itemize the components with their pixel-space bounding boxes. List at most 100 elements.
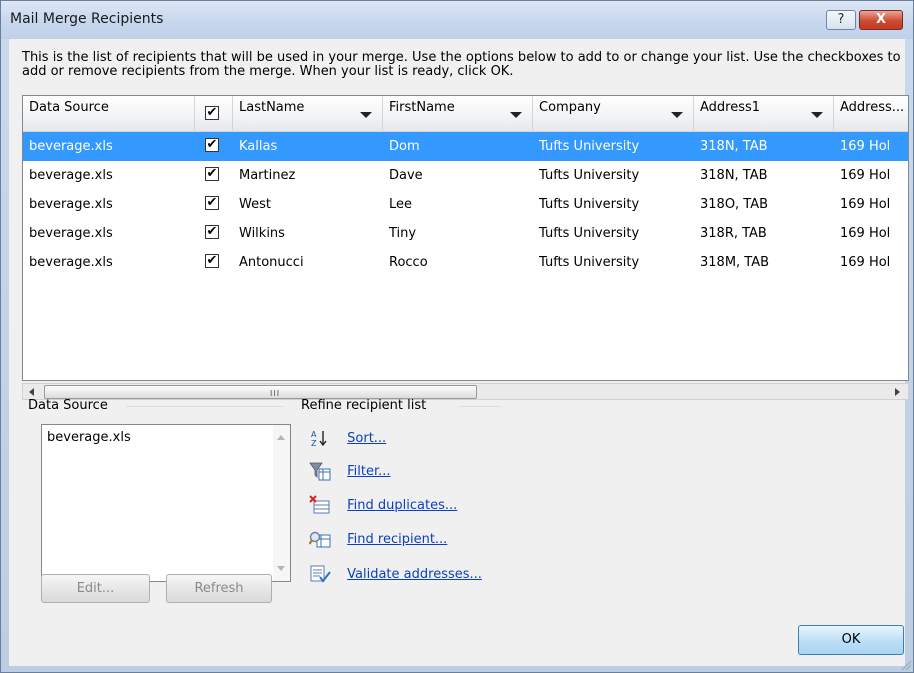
table-row[interactable]: beverage.xls ✔ Wilkins Tiny Tufts University… xyxy=(23,219,908,248)
cell-address2: 169 Hol xyxy=(840,197,891,212)
data-source-divider xyxy=(126,406,284,407)
cell-first-name: Tiny xyxy=(389,226,417,241)
help-button[interactable]: ? xyxy=(826,10,856,30)
cell-include-checkbox: ✔ xyxy=(195,219,233,248)
cell-last-name: Kallas xyxy=(239,139,278,154)
include-recipient-checkbox[interactable]: ✔ xyxy=(205,224,219,239)
find-duplicates-link-row[interactable]: Find duplicates... xyxy=(309,495,457,517)
table-row[interactable]: beverage.xls ✔ Martinez Dave Tufts Universit… xyxy=(23,161,908,190)
refine-divider xyxy=(459,406,501,407)
filter-link[interactable]: Filter... xyxy=(347,464,390,479)
filter-link-row[interactable]: Filter... xyxy=(309,461,391,483)
cell-data-source: beverage.xls xyxy=(29,139,113,154)
mail-merge-recipients-dialog: Mail Merge Recipients ? X This is the li… xyxy=(0,0,914,673)
sort-az-icon: A Z xyxy=(309,428,331,448)
scroll-left-icon[interactable] xyxy=(29,388,34,396)
table-row[interactable]: beverage.xls ✔ Antonucci Rocco Tufts Univers… xyxy=(23,248,908,277)
cell-company: Tufts University xyxy=(539,197,640,212)
find-recipient-link[interactable]: Find recipient... xyxy=(347,532,447,547)
list-item[interactable]: beverage.xls xyxy=(47,430,131,445)
close-button[interactable]: X xyxy=(859,10,903,30)
scroll-right-icon[interactable] xyxy=(895,388,900,396)
select-all-checkbox[interactable]: ✔ xyxy=(205,106,219,120)
grid-header: Data Source ✔ LastName FirstName Company… xyxy=(23,96,908,132)
scroll-up-icon[interactable] xyxy=(277,435,285,440)
scroll-thumb[interactable]: III xyxy=(44,385,477,399)
cell-include-checkbox: ✔ xyxy=(195,248,233,277)
horizontal-scrollbar[interactable]: III xyxy=(22,383,909,400)
column-header-data-source[interactable]: Data Source xyxy=(23,96,195,131)
table-row[interactable]: beverage.xls ✔ West Lee Tufts University 318O… xyxy=(23,190,908,219)
refresh-button[interactable]: Refresh xyxy=(166,574,272,603)
table-row[interactable]: beverage.xls ✔ Kallas Dom Tufts University 31… xyxy=(23,132,908,161)
edit-button[interactable]: Edit... xyxy=(41,574,150,603)
cell-company: Tufts University xyxy=(539,226,640,241)
include-recipient-checkbox[interactable]: ✔ xyxy=(205,166,219,181)
sort-dropdown-icon[interactable] xyxy=(811,112,823,118)
find-duplicates-icon xyxy=(309,495,331,515)
cell-first-name: Rocco xyxy=(389,255,428,270)
cell-last-name: Martinez xyxy=(239,168,296,183)
cell-address1: 318O, TAB xyxy=(700,197,769,212)
cell-address1: 318R, TAB xyxy=(700,226,767,241)
cell-address2: 169 Hol xyxy=(840,139,891,154)
find-recipient-link-row[interactable]: Find recipient... xyxy=(308,529,447,551)
intro-text: This is the list of recipients that will… xyxy=(22,50,901,79)
cell-last-name: Wilkins xyxy=(239,226,285,241)
vertical-scrollbar[interactable] xyxy=(273,425,290,581)
include-recipient-checkbox[interactable]: ✔ xyxy=(205,253,219,268)
validate-addresses-icon xyxy=(309,564,331,584)
cell-first-name: Dom xyxy=(389,139,420,154)
find-recipient-icon xyxy=(308,529,331,549)
cell-data-source: beverage.xls xyxy=(29,255,113,270)
cell-company: Tufts University xyxy=(539,255,640,270)
column-header-first-name[interactable]: FirstName xyxy=(383,96,533,131)
ok-button[interactable]: OK xyxy=(798,625,904,655)
include-recipient-checkbox[interactable]: ✔ xyxy=(205,137,219,152)
cell-address2: 169 Hol xyxy=(840,226,891,241)
window-title: Mail Merge Recipients xyxy=(10,11,164,27)
data-source-list[interactable]: beverage.xls xyxy=(41,424,291,582)
column-header-address1[interactable]: Address1 xyxy=(694,96,834,131)
cell-last-name: West xyxy=(239,197,271,212)
sort-dropdown-icon[interactable] xyxy=(671,112,683,118)
scroll-grip: III xyxy=(270,389,281,398)
cell-include-checkbox: ✔ xyxy=(195,161,233,190)
cell-address1: 318N, TAB xyxy=(700,139,768,154)
cell-include-checkbox: ✔ xyxy=(195,190,233,219)
column-header-last-name[interactable]: LastName xyxy=(233,96,383,131)
cell-data-source: beverage.xls xyxy=(29,197,113,212)
validate-addresses-link-row[interactable]: Validate addresses... xyxy=(309,564,482,586)
svg-text:A: A xyxy=(311,430,317,439)
resize-grip-icon[interactable] xyxy=(899,658,911,670)
cell-data-source: beverage.xls xyxy=(29,168,113,183)
include-recipient-checkbox[interactable]: ✔ xyxy=(205,195,219,210)
recipients-grid: Data Source ✔ LastName FirstName Company… xyxy=(22,95,909,381)
refine-group-label: Refine recipient list xyxy=(301,398,427,413)
title-bar: Mail Merge Recipients ? X xyxy=(1,1,913,39)
cell-address1: 318M, TAB xyxy=(700,255,770,270)
cell-include-checkbox: ✔ xyxy=(195,132,233,161)
cell-last-name: Antonucci xyxy=(239,255,304,270)
cell-address2: 169 Hol xyxy=(840,168,891,183)
cell-first-name: Dave xyxy=(389,168,423,183)
cell-company: Tufts University xyxy=(539,168,640,183)
filter-icon xyxy=(309,461,331,481)
column-header-select-all[interactable]: ✔ xyxy=(195,96,233,131)
column-header-address2[interactable]: Address... xyxy=(834,96,908,131)
cell-address2: 169 Hol xyxy=(840,255,891,270)
cell-company: Tufts University xyxy=(539,139,640,154)
scroll-down-icon[interactable] xyxy=(277,566,285,571)
sort-dropdown-icon[interactable] xyxy=(360,112,372,118)
column-header-company[interactable]: Company xyxy=(533,96,694,131)
cell-address1: 318N, TAB xyxy=(700,168,768,183)
find-duplicates-link[interactable]: Find duplicates... xyxy=(347,498,457,513)
validate-addresses-link[interactable]: Validate addresses... xyxy=(347,567,482,582)
sort-link[interactable]: Sort... xyxy=(347,431,386,446)
sort-link-row[interactable]: A Z Sort... xyxy=(309,428,386,450)
svg-text:Z: Z xyxy=(311,439,317,448)
data-source-group-label: Data Source xyxy=(28,398,108,413)
cell-data-source: beverage.xls xyxy=(29,226,113,241)
cell-first-name: Lee xyxy=(389,197,413,212)
sort-dropdown-icon[interactable] xyxy=(510,112,522,118)
